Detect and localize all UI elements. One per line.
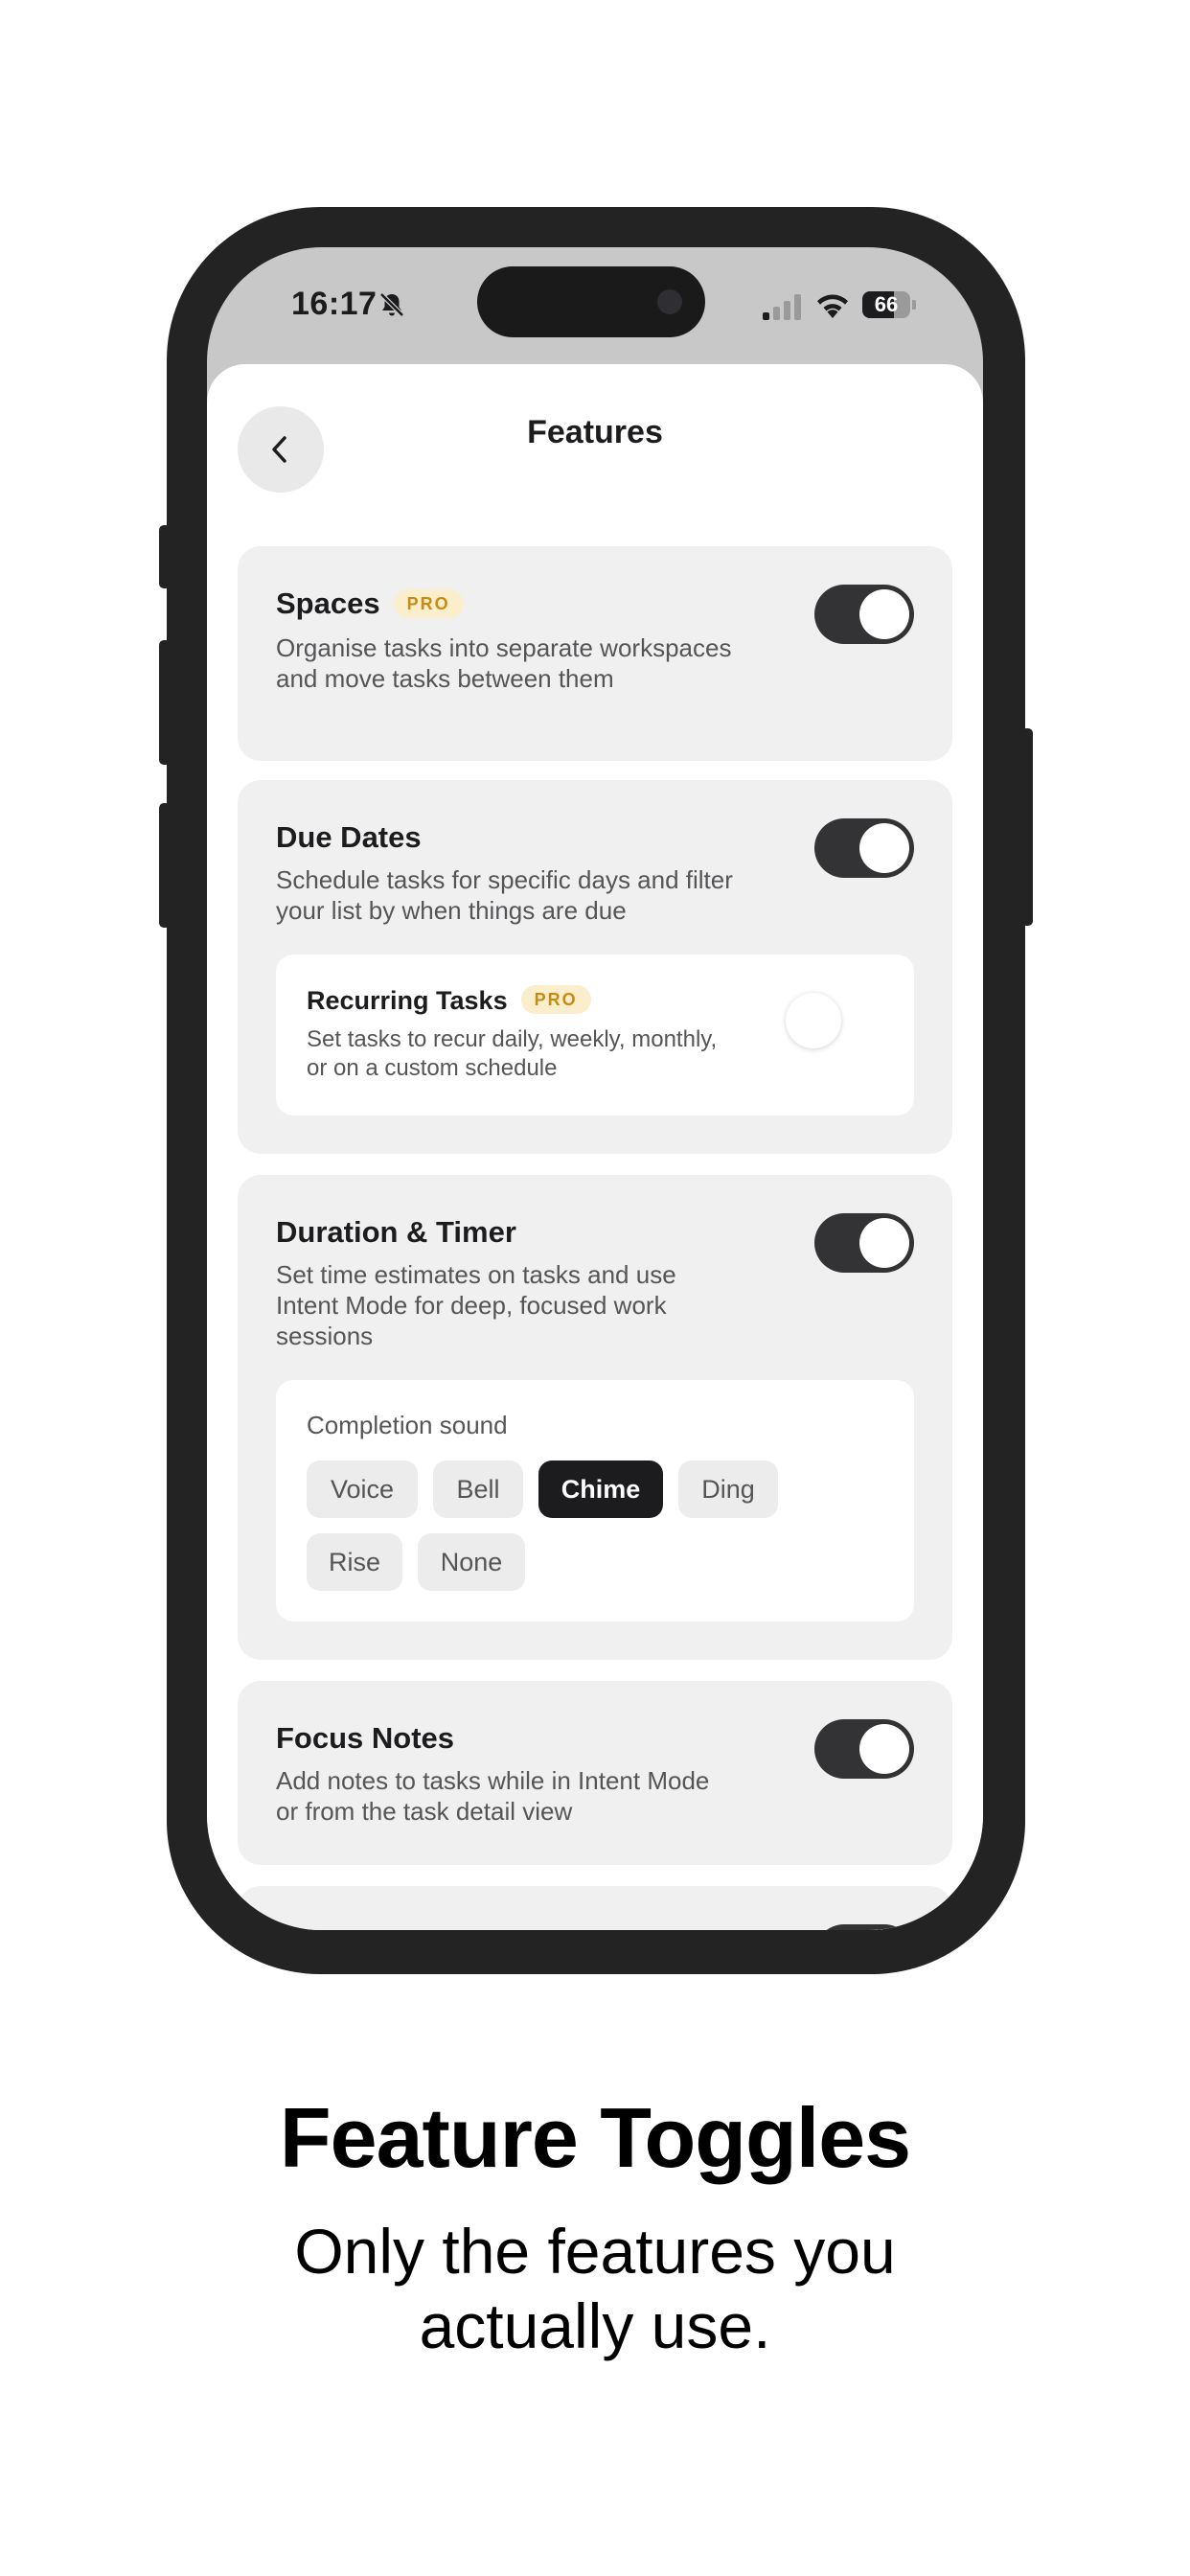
feature-card-focus-notes: Focus Notes Add notes to tasks while in … bbox=[238, 1681, 952, 1865]
toggle-knob bbox=[859, 1724, 909, 1774]
wifi-icon bbox=[817, 294, 848, 318]
dynamic-island bbox=[477, 266, 705, 337]
feature-description: Set time estimates on tasks and use Inte… bbox=[276, 1260, 676, 1350]
marketing-subheadline: Only the features you actually use. bbox=[294, 2216, 896, 2361]
recurring-tasks-toggle[interactable] bbox=[786, 987, 885, 1048]
partial-feature-toggle[interactable] bbox=[814, 1924, 914, 1930]
sound-option-ding[interactable]: Ding bbox=[678, 1460, 778, 1518]
feature-card-duration-timer: Duration & Timer Set time estimates on t… bbox=[238, 1175, 952, 1660]
duration-timer-toggle[interactable] bbox=[814, 1213, 914, 1273]
feature-title-text: Spaces bbox=[276, 586, 380, 620]
sub-feature-recurring-tasks: Recurring Tasks PRO Set tasks to recur da… bbox=[276, 954, 914, 1116]
status-bar: 16:17 66 bbox=[207, 247, 983, 364]
bell-slash-icon bbox=[379, 292, 404, 317]
sub-feature-description: Set tasks to recur daily, weekly, monthl… bbox=[307, 1026, 718, 1081]
camera-lens bbox=[657, 289, 682, 314]
feature-title-due-dates: Due Dates bbox=[276, 820, 422, 854]
feature-card-due-dates: Due Dates Schedule tasks for specific da… bbox=[238, 780, 952, 1154]
toggle-knob bbox=[859, 823, 909, 873]
pro-badge: PRO bbox=[520, 985, 591, 1014]
spaces-toggle[interactable] bbox=[814, 585, 914, 644]
feature-title-focus-notes: Focus Notes bbox=[276, 1721, 455, 1755]
sound-option-voice[interactable]: Voice bbox=[307, 1460, 418, 1518]
page-title: Features bbox=[527, 414, 663, 450]
feature-description: Schedule tasks for specific days and fil… bbox=[276, 865, 733, 925]
due-dates-toggle[interactable] bbox=[814, 818, 914, 878]
battery-cap bbox=[912, 300, 916, 310]
phone-screen: 16:17 66 Features Spaces PRO Organise ta… bbox=[207, 247, 983, 1930]
sub-feature-title-text: Recurring Tasks bbox=[307, 986, 508, 1015]
sound-option-bell[interactable]: Bell bbox=[433, 1460, 523, 1518]
cellular-signal-icon bbox=[763, 294, 801, 320]
feature-title-spaces: Spaces PRO bbox=[276, 586, 464, 621]
sub-feature-title: Recurring Tasks PRO bbox=[307, 985, 591, 1016]
feature-description: Organise tasks into separate workspaces … bbox=[276, 633, 732, 693]
toggle-knob bbox=[859, 589, 909, 639]
status-time: 16:17 bbox=[291, 286, 378, 322]
pro-badge: PRO bbox=[393, 589, 464, 618]
feature-card-partial bbox=[238, 1886, 952, 1930]
completion-sound-label: Completion sound bbox=[307, 1411, 508, 1439]
battery-body: 66 bbox=[862, 291, 910, 318]
toggle-knob bbox=[786, 993, 841, 1048]
battery-percentage: 66 bbox=[874, 292, 899, 316]
sound-option-chime[interactable]: Chime bbox=[538, 1460, 663, 1518]
feature-description: Add notes to tasks while in Intent Mode … bbox=[276, 1766, 710, 1826]
features-sheet: Features Spaces PRO Organise tasks into s… bbox=[207, 364, 983, 1930]
focus-notes-toggle[interactable] bbox=[814, 1719, 914, 1779]
marketing-headline: Feature Toggles bbox=[279, 2090, 911, 2185]
sound-option-rise[interactable]: Rise bbox=[307, 1533, 402, 1591]
feature-card-spaces: Spaces PRO Organise tasks into separate w… bbox=[238, 546, 952, 761]
toggle-knob bbox=[859, 1929, 909, 1930]
toggle-knob bbox=[859, 1218, 909, 1268]
feature-title-duration-timer: Duration & Timer bbox=[276, 1215, 516, 1249]
completion-sound-panel: Completion sound Voice Bell Chime Ding R… bbox=[276, 1380, 914, 1622]
battery-icon: 66 bbox=[862, 291, 916, 318]
sound-option-none[interactable]: None bbox=[418, 1533, 525, 1591]
